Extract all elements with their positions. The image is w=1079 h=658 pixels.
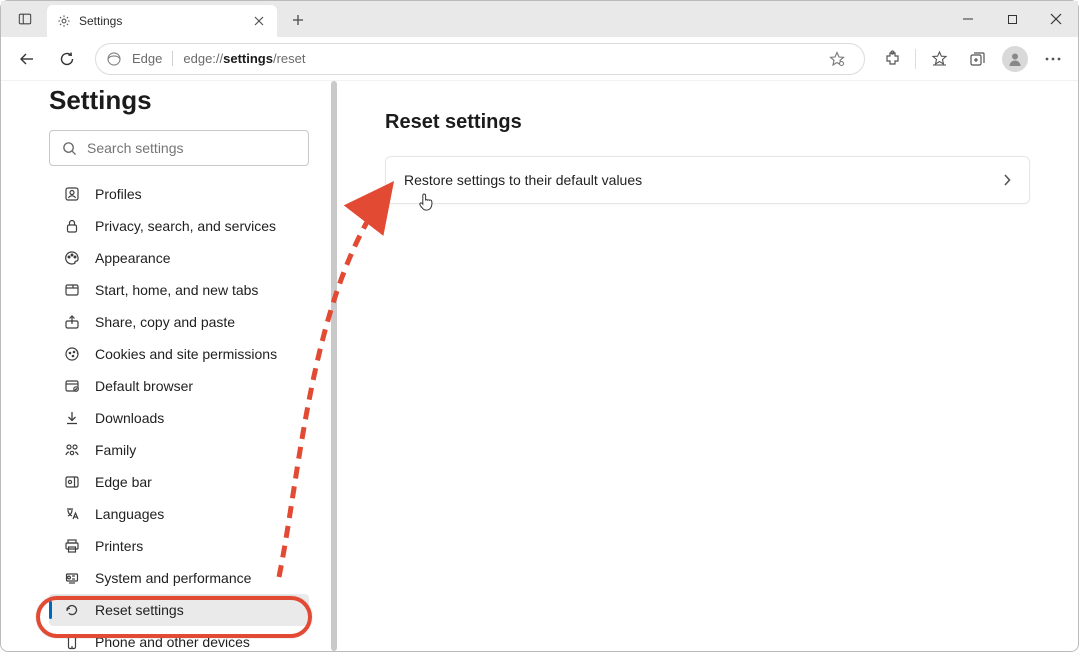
lock-icon xyxy=(63,218,81,234)
refresh-button[interactable] xyxy=(49,41,85,77)
window-controls xyxy=(946,1,1078,37)
sidebar-item-family[interactable]: Family xyxy=(49,434,309,466)
back-button[interactable] xyxy=(9,41,45,77)
sidebar-item-lang[interactable]: Languages xyxy=(49,498,309,530)
family-icon xyxy=(63,442,81,458)
sidebar-item-edgebar[interactable]: Edge bar xyxy=(49,466,309,498)
sidebar-item-cookie[interactable]: Cookies and site permissions xyxy=(49,338,309,370)
tab-close-button[interactable] xyxy=(251,13,267,29)
extensions-icon[interactable] xyxy=(875,42,909,76)
search-icon xyxy=(62,141,77,156)
sidebar-item-label: Start, home, and new tabs xyxy=(95,282,258,298)
profile-avatar[interactable] xyxy=(998,42,1032,76)
sidebar-item-download[interactable]: Downloads xyxy=(49,402,309,434)
profile-icon xyxy=(63,186,81,202)
perf-icon xyxy=(63,570,81,586)
url-scheme: edge:// xyxy=(183,51,223,66)
lang-icon xyxy=(63,506,81,522)
sidebar-item-label: Languages xyxy=(95,506,164,522)
sidebar-item-label: Phone and other devices xyxy=(95,634,250,650)
tab-icon xyxy=(63,282,81,298)
sidebar-item-printer[interactable]: Printers xyxy=(49,530,309,562)
minimize-button[interactable] xyxy=(946,1,990,37)
page-title: Reset settings xyxy=(385,111,1030,134)
printer-icon xyxy=(63,538,81,554)
new-tab-button[interactable] xyxy=(283,5,313,35)
sidebar-item-share[interactable]: Share, copy and paste xyxy=(49,306,309,338)
tab-actions-icon[interactable] xyxy=(15,9,35,29)
sidebar-scrollbar[interactable] xyxy=(331,81,337,651)
settings-sidebar: Settings Profiles Privacy, search, and se… xyxy=(1,81,337,651)
share-icon xyxy=(63,314,81,330)
address-bar[interactable]: Edge edge://settings/reset xyxy=(95,43,865,75)
more-menu-icon[interactable] xyxy=(1036,42,1070,76)
sidebar-item-label: Edge bar xyxy=(95,474,152,490)
toolbar-divider xyxy=(915,49,916,69)
sidebar-item-label: Share, copy and paste xyxy=(95,314,235,330)
sidebar-item-label: Cookies and site permissions xyxy=(95,346,277,362)
sidebar-item-lock[interactable]: Privacy, search, and services xyxy=(49,210,309,242)
paint-icon xyxy=(63,250,81,266)
restore-defaults-row[interactable]: Restore settings to their default values xyxy=(385,156,1030,204)
favorite-star-icon[interactable] xyxy=(820,42,854,76)
sidebar-item-label: Default browser xyxy=(95,378,193,394)
sidebar-item-label: Privacy, search, and services xyxy=(95,218,276,234)
search-input[interactable] xyxy=(87,140,296,156)
url-path: /reset xyxy=(273,51,306,66)
edge-logo-icon xyxy=(106,51,122,67)
tab-title: Settings xyxy=(79,14,251,28)
sidebar-item-paint[interactable]: Appearance xyxy=(49,242,309,274)
maximize-button[interactable] xyxy=(990,1,1034,37)
chevron-right-icon xyxy=(1003,174,1011,186)
favorites-icon[interactable] xyxy=(922,42,956,76)
browser-tab[interactable]: Settings xyxy=(47,5,277,37)
settings-content: Settings Profiles Privacy, search, and se… xyxy=(1,81,1078,651)
gear-icon xyxy=(57,14,71,28)
sidebar-item-label: Family xyxy=(95,442,136,458)
edgebar-icon xyxy=(63,474,81,490)
phone-icon xyxy=(63,634,81,650)
sidebar-item-label: System and performance xyxy=(95,570,251,586)
sidebar-item-label: Printers xyxy=(95,538,143,554)
url-host: settings xyxy=(223,51,273,66)
cookie-icon xyxy=(63,346,81,362)
sidebar-item-profile[interactable]: Profiles xyxy=(49,178,309,210)
collections-icon[interactable] xyxy=(960,42,994,76)
reset-icon xyxy=(63,602,81,618)
close-window-button[interactable] xyxy=(1034,1,1078,37)
sidebar-item-phone[interactable]: Phone and other devices xyxy=(49,626,309,658)
sidebar-item-browser[interactable]: Default browser xyxy=(49,370,309,402)
settings-search[interactable] xyxy=(49,130,309,166)
address-bar-label: Edge xyxy=(132,51,173,66)
settings-main: Reset settings Restore settings to their… xyxy=(337,81,1078,651)
sidebar-item-perf[interactable]: System and performance xyxy=(49,562,309,594)
window-titlebar: Settings xyxy=(1,1,1078,37)
browser-icon xyxy=(63,378,81,394)
browser-toolbar: Edge edge://settings/reset xyxy=(1,37,1078,81)
sidebar-item-label: Appearance xyxy=(95,250,171,266)
sidebar-item-label: Reset settings xyxy=(95,602,184,618)
sidebar-item-label: Profiles xyxy=(95,186,142,202)
sidebar-heading: Settings xyxy=(49,85,321,116)
sidebar-item-tab[interactable]: Start, home, and new tabs xyxy=(49,274,309,306)
download-icon xyxy=(63,410,81,426)
sidebar-item-reset[interactable]: Reset settings xyxy=(49,594,309,626)
restore-defaults-label: Restore settings to their default values xyxy=(404,172,642,188)
sidebar-item-label: Downloads xyxy=(95,410,164,426)
